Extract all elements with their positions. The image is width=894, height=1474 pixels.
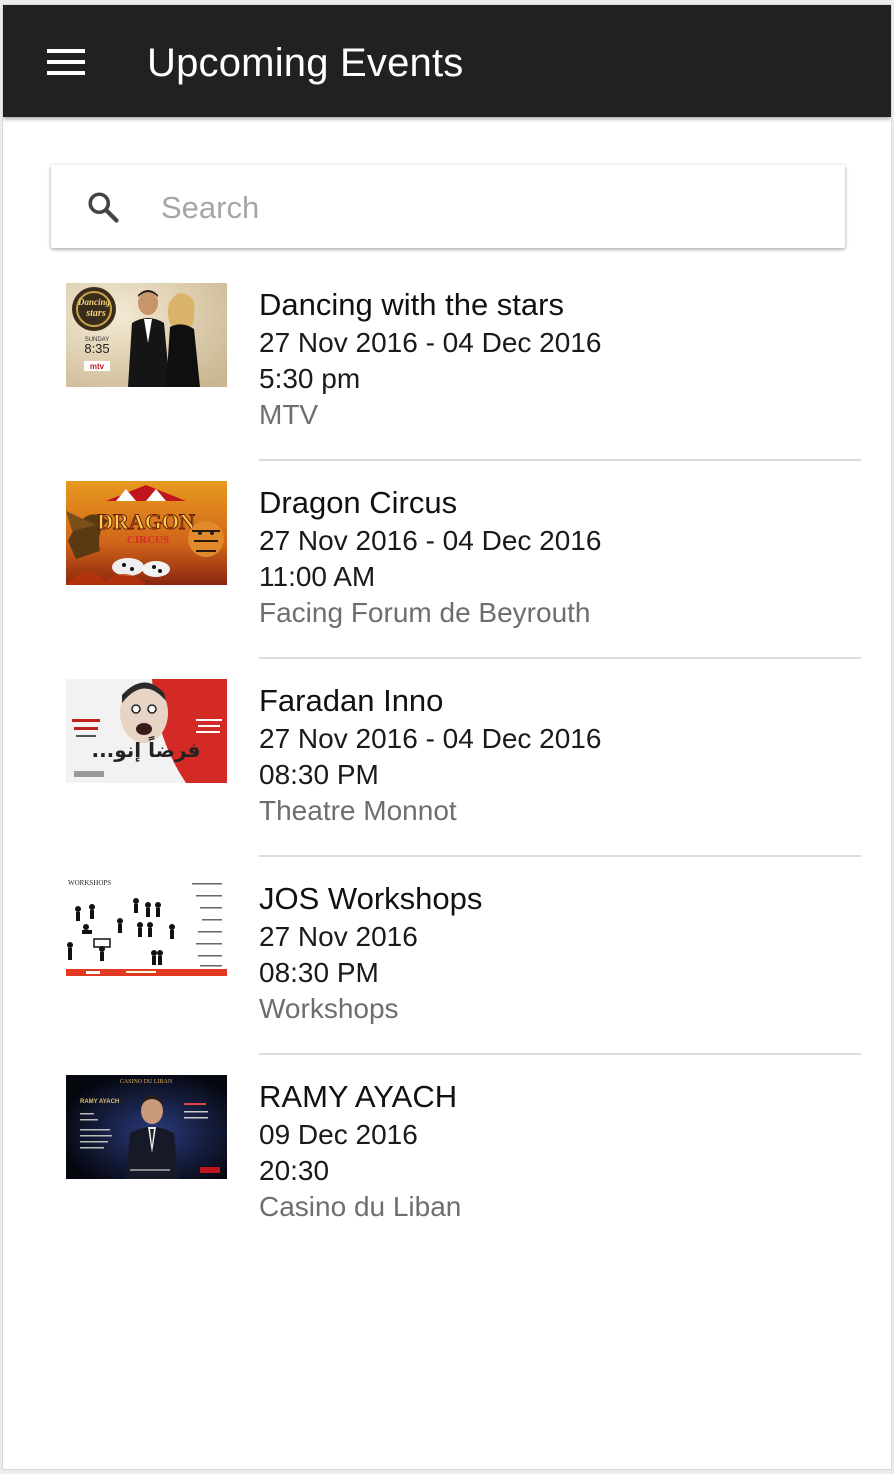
svg-text:mtv: mtv — [90, 362, 105, 371]
event-info: Dragon Circus 27 Nov 2016 - 04 Dec 2016 … — [259, 483, 859, 631]
event-title: RAMY AYACH — [259, 1079, 458, 1114]
svg-text:CIRCUS: CIRCUS — [127, 534, 169, 546]
search-bar[interactable] — [51, 165, 845, 248]
event-venue: MTV — [259, 399, 319, 430]
svg-text:RAMY AYACH: RAMY AYACH — [80, 1099, 119, 1105]
event-title: Dancing with the stars — [259, 287, 564, 322]
event-venue: Workshops — [259, 993, 399, 1024]
faradan-inno-poster[interactable]: فرضاً إنو... — [66, 679, 227, 783]
event-title: Dragon Circus — [259, 485, 458, 520]
event-info: JOS Workshops 27 Nov 2016 08:30 PM Works… — [259, 879, 859, 1027]
svg-text:8:35: 8:35 — [84, 341, 109, 356]
event-venue: Casino du Liban — [259, 1191, 462, 1222]
svg-text:فرضاً إنو...: فرضاً إنو... — [91, 736, 200, 762]
dragon-circus-poster[interactable]: DRAGON CIRCUS — [66, 481, 227, 585]
event-title: JOS Workshops — [259, 881, 483, 916]
app-screen: Upcoming Events Search Dancing stars SUN… — [2, 4, 892, 1470]
event-venue: Facing Forum de Beyrouth — [259, 597, 591, 628]
svg-text:WORKSHOPS: WORKSHOPS — [68, 879, 111, 887]
event-item-ramy-ayach[interactable]: CASINO DU LIBAN RAMY AYACH RAMY AYACH 09… — [3, 1055, 891, 1253]
event-dates: 27 Nov 2016 — [259, 921, 418, 952]
event-dates: 27 Nov 2016 - 04 Dec 2016 — [259, 525, 602, 556]
event-time: 20:30 — [259, 1155, 330, 1186]
hamburger-menu-icon[interactable] — [47, 49, 85, 77]
search-input[interactable] — [159, 183, 803, 233]
event-title: Faradan Inno — [259, 683, 444, 718]
event-dates: 09 Dec 2016 — [259, 1119, 418, 1150]
app-bar: Upcoming Events — [3, 5, 891, 117]
event-time: 11:00 AM — [259, 561, 376, 592]
event-time: 08:30 PM — [259, 957, 379, 988]
event-info: Faradan Inno 27 Nov 2016 - 04 Dec 2016 0… — [259, 681, 859, 829]
event-dates: 27 Nov 2016 - 04 Dec 2016 — [259, 327, 602, 358]
event-item-dancing-with-the-stars[interactable]: Dancing stars SUNDAY 8:35 mtv Dancing wi… — [3, 263, 891, 461]
event-info: Dancing with the stars 27 Nov 2016 - 04 … — [259, 285, 859, 433]
event-item-dragon-circus[interactable]: DRAGON CIRCUS Dragon Circus 27 Nov 2016 … — [3, 461, 891, 659]
event-item-faradan-inno[interactable]: فرضاً إنو... Faradan Inno 27 Nov 2016 - … — [3, 659, 891, 857]
event-list: Dancing stars SUNDAY 8:35 mtv Dancing wi… — [3, 263, 891, 1253]
event-time: 5:30 pm — [259, 363, 361, 394]
event-dates: 27 Nov 2016 - 04 Dec 2016 — [259, 723, 602, 754]
search-icon[interactable] — [85, 189, 121, 225]
svg-text:Dancing: Dancing — [77, 297, 111, 307]
event-venue: Theatre Monnot — [259, 795, 457, 826]
event-info: RAMY AYACH 09 Dec 2016 20:30 Casino du L… — [259, 1077, 859, 1225]
jos-workshops-poster[interactable]: WORKSHOPS — [66, 877, 227, 981]
dancing-with-the-stars-poster[interactable]: Dancing stars SUNDAY 8:35 mtv — [66, 283, 227, 387]
page-title: Upcoming Events — [147, 41, 464, 85]
event-time: 08:30 PM — [259, 759, 379, 790]
svg-text:DRAGON: DRAGON — [97, 509, 195, 534]
ramy-ayach-poster[interactable]: CASINO DU LIBAN RAMY AYACH — [66, 1075, 227, 1179]
svg-text:stars: stars — [85, 308, 106, 319]
event-item-jos-workshops[interactable]: WORKSHOPS JOS Workshops 27 Nov 2016 08:3… — [3, 857, 891, 1055]
svg-text:CASINO DU LIBAN: CASINO DU LIBAN — [120, 1079, 173, 1085]
